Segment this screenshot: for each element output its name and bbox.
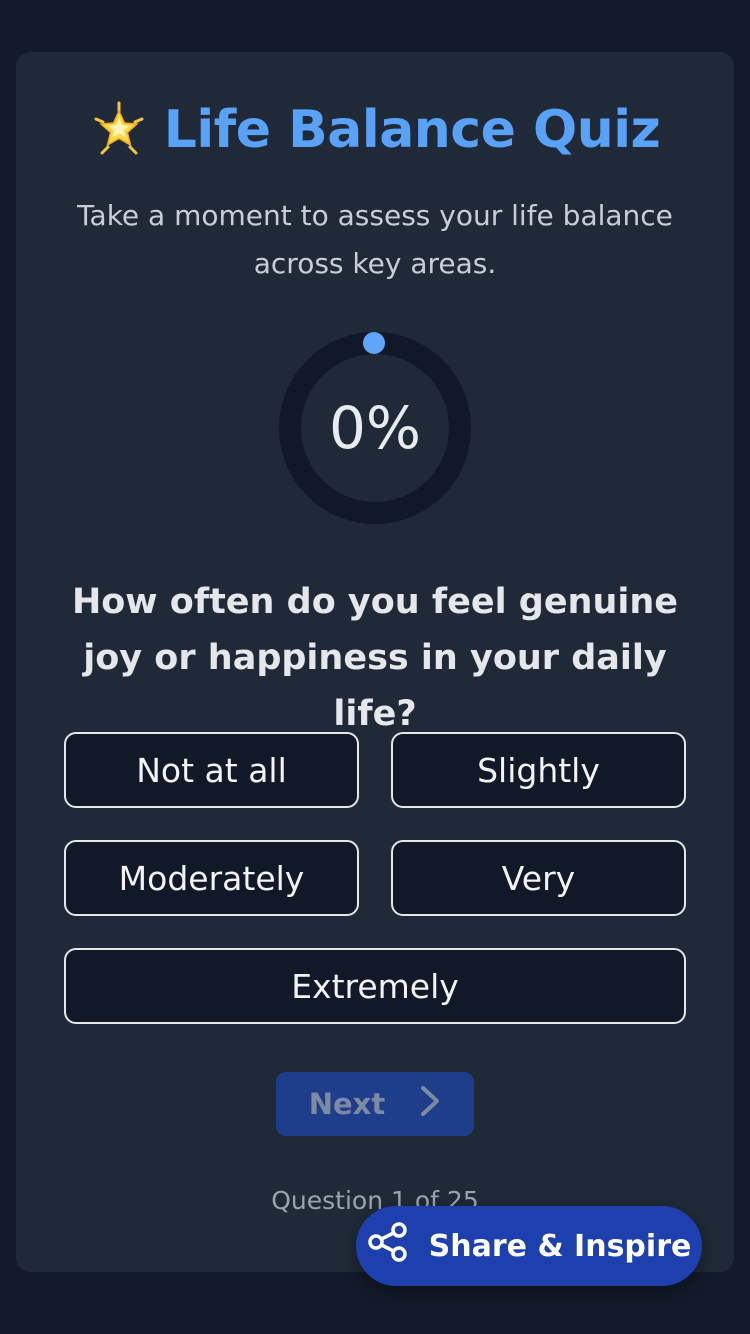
option-extremely[interactable]: Extremely: [64, 948, 686, 1024]
share-button-label: Share & Inspire: [428, 1228, 692, 1264]
option-moderately[interactable]: Moderately: [64, 840, 359, 916]
next-button[interactable]: Next: [276, 1072, 474, 1136]
share-button[interactable]: Share & Inspire: [356, 1206, 702, 1286]
chevron-right-icon: [419, 1084, 441, 1125]
subtitle: Take a moment to assess your life balanc…: [77, 199, 673, 280]
next-button-label: Next: [308, 1087, 386, 1121]
quiz-header: Life Balance Quiz: [0, 100, 750, 160]
progress-ring: 0%: [279, 332, 471, 524]
option-very[interactable]: Very: [391, 840, 686, 916]
option-not-at-all[interactable]: Not at all: [64, 732, 359, 808]
share-icon: [367, 1221, 409, 1271]
star-icon: [90, 101, 148, 159]
option-slightly[interactable]: Slightly: [391, 732, 686, 808]
progress-percent: 0%: [328, 394, 421, 462]
page-title: Life Balance Quiz: [163, 100, 661, 160]
question-text: How often do you feel genuine joy or hap…: [71, 582, 679, 734]
